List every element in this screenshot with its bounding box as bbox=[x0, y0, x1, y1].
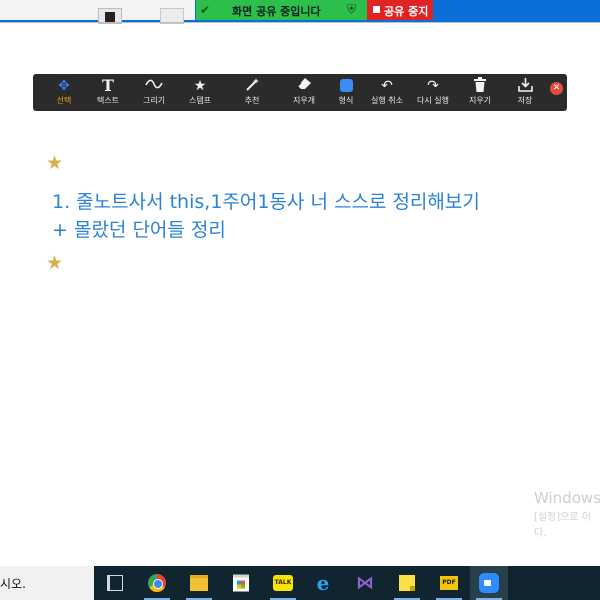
share-status-text: 화면 공유 중입니다 bbox=[232, 5, 321, 18]
tool-save[interactable]: 저장 bbox=[502, 74, 548, 111]
pdf-button[interactable]: PDF bbox=[430, 566, 468, 600]
eraser-icon bbox=[281, 77, 327, 95]
tool-format[interactable]: 형식 bbox=[323, 74, 369, 111]
search-box-text: 시오. bbox=[0, 577, 26, 591]
undo-icon: ↶ bbox=[381, 78, 393, 94]
star-icon: ★ bbox=[193, 78, 207, 94]
stop-share-label: 공유 중지 bbox=[384, 5, 429, 18]
search-box[interactable]: 시오. bbox=[0, 566, 94, 600]
tool-redo[interactable]: ↷ 다시 실행 bbox=[410, 74, 456, 111]
task-view-icon bbox=[107, 575, 123, 591]
kakaotalk-button[interactable]: TALK bbox=[264, 566, 302, 600]
stop-square-icon bbox=[373, 6, 380, 13]
screen-share-status-bar[interactable]: ✔ 화면 공유 중입니다 ⛨ bbox=[196, 0, 367, 20]
trash-icon bbox=[457, 77, 503, 95]
tool-spotlight[interactable]: 추천 bbox=[229, 74, 275, 111]
zoom-button[interactable] bbox=[470, 566, 508, 600]
tool-undo[interactable]: ↶ 실행 취소 bbox=[364, 74, 410, 111]
redo-icon: ↷ bbox=[427, 78, 439, 94]
store-icon bbox=[233, 574, 249, 592]
move-icon: ✥ bbox=[58, 78, 70, 94]
tool-stamp[interactable]: ★ 스탬프 bbox=[177, 74, 223, 111]
task-view-button[interactable] bbox=[96, 566, 134, 600]
note-line-2: + 몰랐던 단어들 정리 bbox=[52, 219, 226, 241]
annotation-toolbar: ✥ 선택 T 텍스트 그리기 ★ 스탬프 추천 지우개 형식 ↶ 실행 취소 ↷… bbox=[33, 74, 567, 111]
internet-explorer-icon: e bbox=[316, 571, 330, 595]
store-button[interactable] bbox=[222, 566, 260, 600]
close-icon[interactable]: ✕ bbox=[550, 82, 563, 95]
wand-icon bbox=[229, 77, 275, 95]
stop-share-button[interactable]: 공유 중지 bbox=[367, 0, 433, 20]
tool-stamp-label: 스탬프 bbox=[188, 96, 212, 105]
tool-redo-label: 다시 실행 bbox=[417, 96, 449, 105]
taskbar: 시오. TALK e ⋈ PDF bbox=[0, 566, 600, 600]
tool-save-label: 저장 bbox=[517, 96, 533, 105]
visual-studio-button[interactable]: ⋈ bbox=[346, 566, 384, 600]
file-explorer-button[interactable] bbox=[180, 566, 218, 600]
sticky-notes-icon bbox=[399, 575, 415, 591]
file-explorer-icon bbox=[190, 575, 208, 591]
tool-text-label: 텍스트 bbox=[96, 96, 120, 105]
tool-eraser[interactable]: 지우개 bbox=[281, 74, 327, 111]
pin-icon[interactable]: ✔ bbox=[200, 3, 210, 17]
squiggle-icon bbox=[131, 77, 177, 95]
tool-eraser-label: 지우개 bbox=[292, 96, 316, 105]
tool-draw[interactable]: 그리기 bbox=[131, 74, 177, 111]
download-icon bbox=[502, 77, 548, 95]
zoom-icon bbox=[479, 573, 499, 593]
activation-watermark-text: [설정]으로 이 다. bbox=[534, 510, 591, 542]
activation-watermark-title: Windows bbox=[534, 489, 600, 507]
tool-clear-label: 지우기 bbox=[468, 96, 492, 105]
divider bbox=[0, 22, 600, 23]
shield-icon[interactable]: ⛨ bbox=[347, 2, 356, 17]
sticky-notes-button[interactable] bbox=[388, 566, 426, 600]
color-square-icon bbox=[323, 77, 369, 95]
chrome-icon bbox=[148, 574, 166, 592]
tool-select-label: 선택 bbox=[56, 96, 72, 105]
internet-explorer-button[interactable]: e bbox=[304, 566, 342, 600]
tool-select[interactable]: ✥ 선택 bbox=[41, 74, 87, 111]
tool-spotlight-label: 추천 bbox=[244, 96, 260, 105]
note-line-1: 1. 줄노트사서 this,1주어1동사 너 스스로 정리해보기 bbox=[52, 191, 480, 213]
chrome-button[interactable] bbox=[138, 566, 176, 600]
tool-clear[interactable]: 지우기 bbox=[457, 74, 503, 111]
tool-undo-label: 실행 취소 bbox=[371, 96, 403, 105]
watermark-line-2: 다. bbox=[534, 528, 547, 539]
text-t-icon: T bbox=[102, 76, 114, 95]
visual-studio-icon: ⋈ bbox=[356, 572, 374, 594]
pdf-icon: PDF bbox=[440, 576, 458, 590]
star-stamp: ★ bbox=[46, 152, 64, 174]
tool-draw-label: 그리기 bbox=[142, 96, 166, 105]
star-stamp: ★ bbox=[46, 252, 64, 274]
tool-format-label: 형식 bbox=[338, 96, 354, 105]
tool-text[interactable]: T 텍스트 bbox=[85, 74, 131, 111]
watermark-line-1: [설정]으로 이 bbox=[534, 512, 591, 523]
kakaotalk-icon: TALK bbox=[273, 575, 293, 591]
